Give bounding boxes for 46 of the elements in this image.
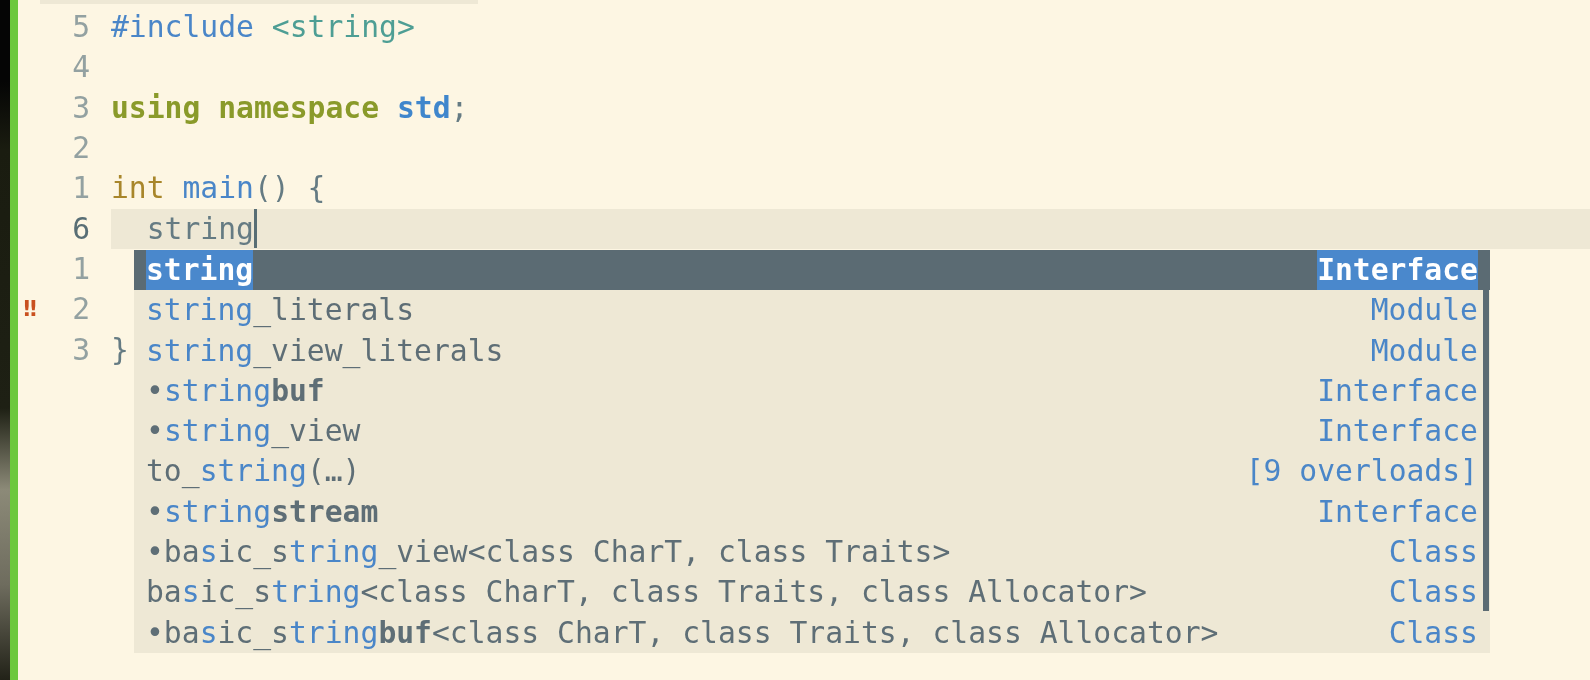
completion-kind: Module — [1370, 291, 1478, 330]
code-line: } — [111, 330, 129, 369]
completion-item[interactable]: string_literals Module — [134, 290, 1490, 331]
completion-label: string — [146, 249, 254, 291]
completion-kind: Class — [1388, 613, 1478, 652]
completion-item[interactable]: •basic_string_view<class CharT, class Traits> Class — [134, 532, 1490, 573]
completion-label: to_string(…) — [146, 452, 361, 491]
error-marker: ‼ — [23, 296, 37, 324]
completion-kind: [9 overloads] — [1245, 452, 1478, 491]
line-number: 3 — [72, 88, 90, 127]
completion-label: string_view_literals — [146, 331, 504, 371]
completion-item[interactable]: string_view_literals Module — [134, 330, 1490, 371]
completion-item[interactable]: •stringbuf Interface — [134, 370, 1490, 412]
completion-item[interactable]: •basic_stringbuf<class CharT, class Traits, class Allocator> Class — [134, 612, 1490, 653]
completion-kind: Interface — [1317, 492, 1478, 531]
completion-kind: Class — [1388, 533, 1478, 572]
completion-item[interactable]: string Interface — [134, 249, 1490, 291]
code-line: #include <string> — [111, 8, 415, 47]
line-number: 2 — [72, 129, 90, 168]
completion-label: •basic_stringbuf<class CharT, class Traits, class Allocator> — [146, 613, 1219, 653]
completion-label: string_literals — [146, 291, 415, 330]
line-number: 1 — [72, 169, 90, 208]
code-line: using namespace std; — [111, 88, 469, 127]
line-number: 2 — [72, 290, 90, 329]
completion-item[interactable]: •stringstream Interface — [134, 491, 1490, 533]
completion-kind: Module — [1370, 331, 1478, 370]
line-number: 5 — [72, 8, 90, 47]
completion-kind: Interface — [1317, 412, 1478, 451]
text-cursor — [254, 208, 257, 248]
line-number: 3 — [72, 330, 90, 369]
completion-kind: Interface — [1317, 249, 1478, 291]
completion-label: •basic_string_view<class CharT, class Traits> — [146, 533, 951, 572]
completion-label: •stringstream — [146, 492, 379, 531]
code-line: int main() { — [111, 169, 326, 208]
completion-label: •string_view — [146, 412, 361, 451]
completion-item[interactable]: •string_view Interface — [134, 411, 1490, 452]
completion-label: basic_string<class CharT, class Traits, class Allocator> — [146, 573, 1147, 612]
completion-item[interactable]: basic_string<class CharT, class Traits, class Allocator> Class — [134, 572, 1490, 613]
line-number: 4 — [72, 48, 90, 87]
completion-kind: Class — [1388, 573, 1478, 612]
line-number: 1 — [72, 249, 90, 288]
completion-kind: Interface — [1317, 371, 1478, 410]
completion-item[interactable]: to_string(…) [9 overloads] — [134, 451, 1490, 492]
code-line: string — [145, 209, 254, 248]
line-number: 6 — [72, 209, 90, 248]
completion-label: •stringbuf — [146, 371, 325, 410]
